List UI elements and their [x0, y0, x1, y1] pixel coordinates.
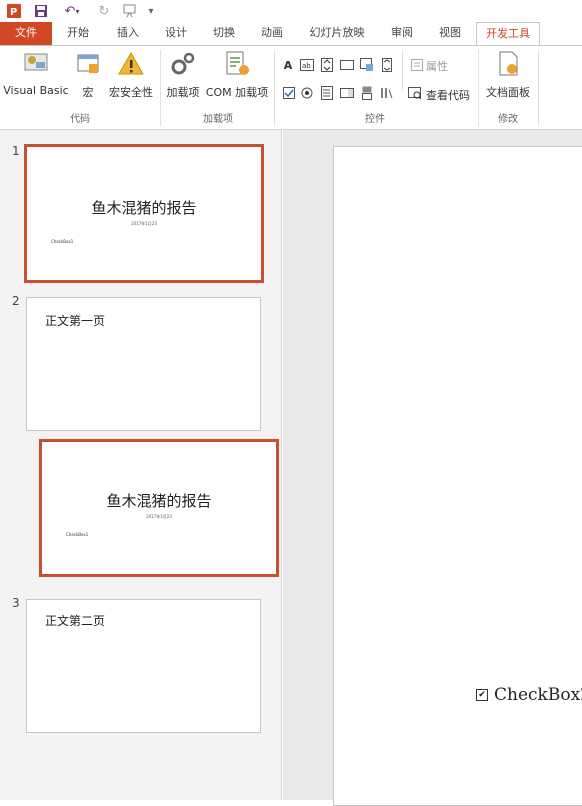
frame-control-icon[interactable]	[340, 58, 354, 72]
slide-checkbox: CheckBox1	[66, 532, 89, 537]
slide-thumbnail-1[interactable]: 鱼木混猪的报告 2017年1月23 CheckBox1	[24, 144, 264, 283]
macros-label: 宏	[82, 86, 94, 99]
macro-security-button[interactable]: 宏安全性	[106, 50, 156, 100]
slide-number: 1	[12, 144, 20, 158]
document-panel-label: 文档面板	[486, 86, 530, 99]
tab-developer[interactable]: 开发工具	[476, 22, 540, 46]
document-panel-icon	[494, 50, 522, 78]
checkbox2-label: CheckBox2	[494, 685, 582, 705]
warning-icon	[117, 50, 145, 78]
option-button-icon[interactable]	[300, 86, 314, 100]
tab-animations[interactable]: 动画	[252, 22, 292, 46]
tab-view[interactable]: 视图	[430, 22, 470, 46]
slide-title: 鱼木混猪的报告	[106, 492, 212, 510]
label-control-icon[interactable]: A	[282, 58, 294, 72]
tab-review[interactable]: 审阅	[382, 22, 422, 46]
ribbon-separator	[538, 50, 539, 126]
slide-body-text: 正文第一页	[45, 314, 106, 328]
visual-basic-button[interactable]: Visual Basic	[2, 50, 70, 97]
tab-insert[interactable]: 插入	[108, 22, 148, 46]
start-from-beginning-icon[interactable]	[120, 2, 140, 20]
more-controls-icon[interactable]	[378, 86, 394, 100]
slide-number: 3	[12, 596, 20, 610]
ribbon-separator	[274, 50, 275, 126]
group-modify-label: 修改	[498, 114, 518, 125]
quick-access-toolbar: P ↶ ▾ ↻ ▾	[0, 0, 582, 22]
document-panel-button[interactable]: 文档面板	[482, 50, 534, 100]
slide-checkbox: CheckBox1	[51, 239, 74, 244]
svg-text:P: P	[10, 7, 17, 18]
addins-label: 加载项	[166, 86, 200, 99]
image-control-icon[interactable]	[360, 58, 374, 72]
svg-text:ab: ab	[302, 62, 311, 70]
listbox-control-icon[interactable]	[320, 86, 334, 100]
gears-icon	[169, 50, 197, 78]
slide-thumbnail-2[interactable]: 正文第一页	[26, 297, 261, 431]
tab-home[interactable]: 开始	[58, 22, 98, 46]
slide-canvas[interactable]: ✔ CheckBox2	[333, 146, 582, 806]
undo-icon[interactable]: ↶ ▾	[60, 2, 84, 20]
view-code-label[interactable]: 查看代码	[426, 87, 470, 103]
checkbox-checked-icon[interactable]: ✔	[476, 689, 488, 701]
group-addins-label: 加载项	[203, 114, 233, 125]
slide-thumbnail-3[interactable]: 正文第二页	[26, 599, 261, 733]
macros-button[interactable]: 宏	[74, 50, 102, 100]
slide-thumbnails-pane: 1 鱼木混猪的报告 2017年1月23 CheckBox1 2 正文第一页 鱼木…	[0, 130, 282, 800]
slide-body-text: 正文第二页	[45, 614, 106, 628]
properties-label: 属性	[426, 60, 448, 73]
ribbon-tabs: 文件 开始 插入 设计 切换 动画 幻灯片放映 审阅 视图 开发工具	[0, 22, 582, 46]
combobox-control-icon[interactable]	[340, 86, 354, 100]
macros-icon	[74, 50, 102, 78]
tab-slideshow[interactable]: 幻灯片放映	[302, 22, 372, 46]
slide-number: 2	[12, 294, 20, 308]
visual-basic-label: Visual Basic	[3, 84, 69, 97]
ribbon-separator	[160, 50, 161, 126]
scrollbar-control-icon[interactable]	[380, 58, 394, 72]
slide-thumbnail-dragged[interactable]: 鱼木混猪的报告 2017年1月23 CheckBox1	[39, 439, 279, 577]
slide-subtitle: 2017年1月23	[131, 221, 157, 226]
customize-toolbar-icon[interactable]: ▾	[146, 2, 156, 20]
visual-basic-icon	[22, 50, 50, 78]
textbox-control-icon[interactable]: ab	[300, 58, 314, 72]
spin-button-icon[interactable]	[320, 58, 334, 72]
com-addins-label: COM 加载项	[205, 86, 269, 99]
toggle-button-icon[interactable]	[360, 86, 374, 100]
view-code-icon[interactable]	[408, 86, 422, 100]
slide-subtitle: 2017年1月23	[146, 514, 172, 519]
tab-design[interactable]: 设计	[156, 22, 196, 46]
powerpoint-logo-icon: P	[6, 2, 22, 20]
save-icon[interactable]	[32, 2, 50, 20]
checkbox-control-icon[interactable]	[282, 86, 296, 100]
properties-icon[interactable]	[410, 58, 424, 72]
checkbox2-control[interactable]: ✔ CheckBox2	[476, 685, 582, 705]
ribbon-separator	[402, 50, 403, 90]
group-controls-label: 控件	[365, 114, 385, 125]
tab-file[interactable]: 文件	[0, 22, 52, 46]
slide-editor-area: ✔ CheckBox2	[283, 130, 582, 806]
ribbon-separator	[478, 50, 479, 126]
ribbon-panel: Visual Basic 宏 宏安全性 代码 加载项 COM 加载项 加载项 A…	[0, 45, 582, 130]
group-code-label: 代码	[70, 114, 90, 125]
slide-title: 鱼木混猪的报告	[91, 199, 197, 217]
com-addins-button[interactable]: COM 加载项	[204, 50, 270, 100]
pane-divider	[281, 130, 282, 800]
tab-transitions[interactable]: 切换	[204, 22, 244, 46]
macro-security-label: 宏安全性	[109, 86, 153, 99]
com-addins-icon	[223, 50, 251, 78]
addins-button[interactable]: 加载项	[164, 50, 202, 100]
redo-icon[interactable]: ↻	[96, 2, 112, 20]
